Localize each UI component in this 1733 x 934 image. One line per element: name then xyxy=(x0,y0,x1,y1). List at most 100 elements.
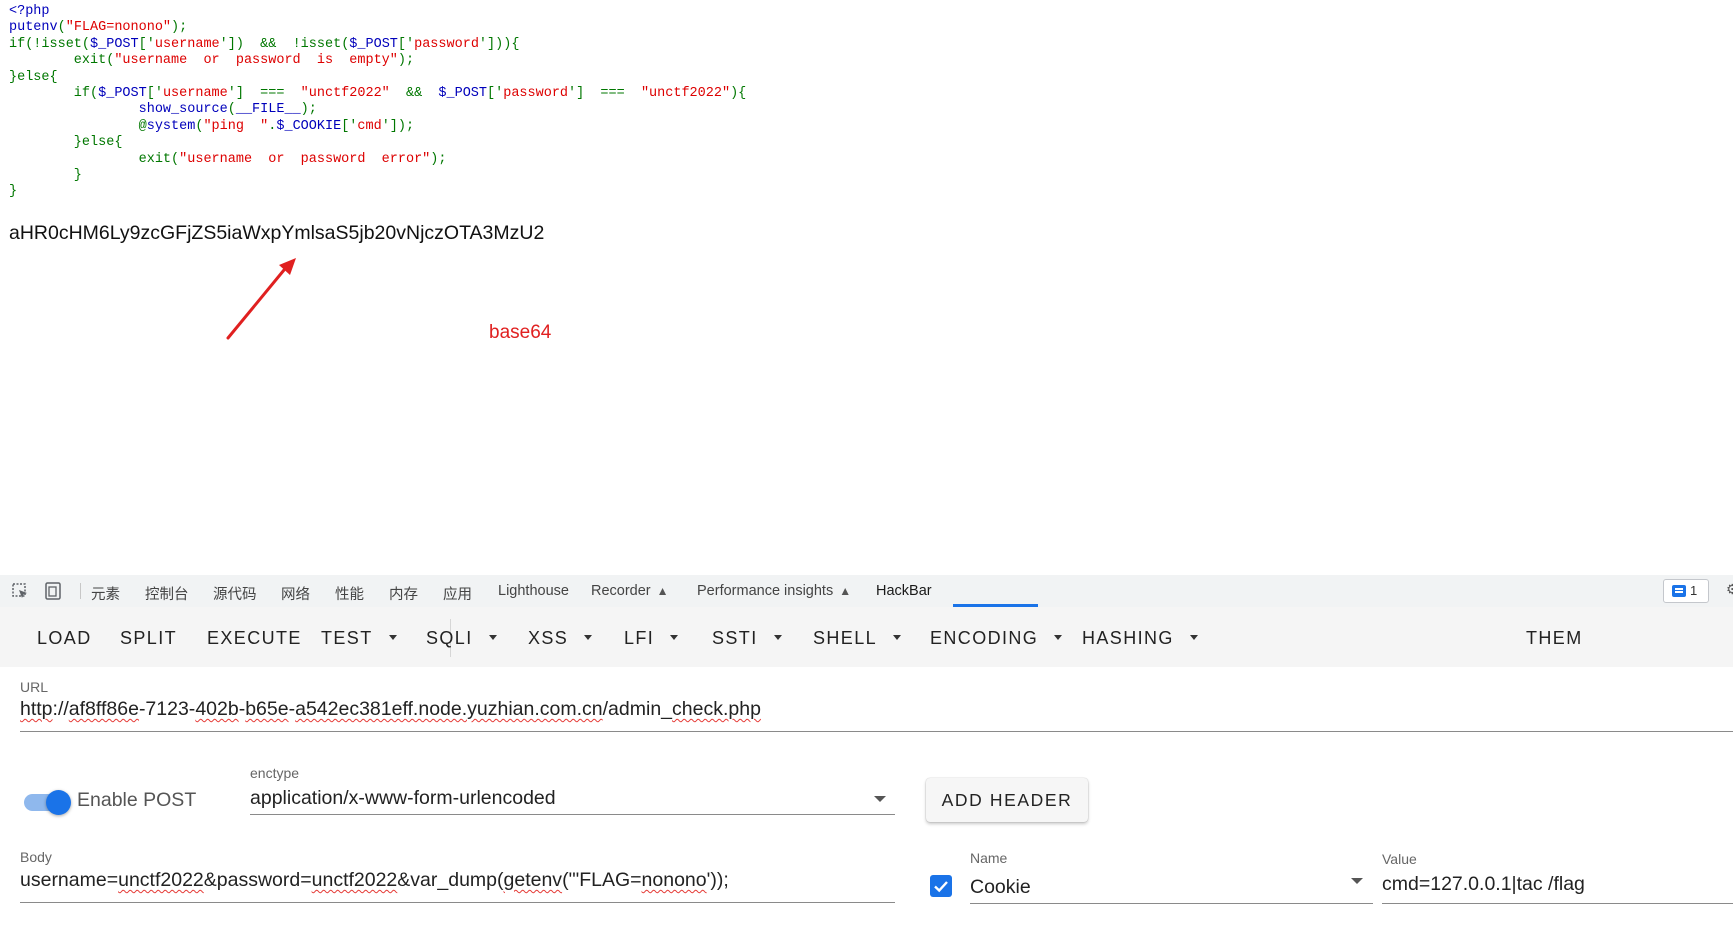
base64-annotation-label: base64 xyxy=(489,322,552,343)
code-token: $_POST xyxy=(90,36,139,52)
experiment-flask-icon: ▲ xyxy=(656,584,669,598)
code-token: if(! xyxy=(9,36,42,52)
code-token: ']); xyxy=(381,118,415,134)
test-menu[interactable]: TEST xyxy=(321,628,397,649)
code-token: "unctf2022" xyxy=(640,86,731,102)
load-button-label: LOAD xyxy=(37,628,92,648)
code-token: }else{ xyxy=(9,135,123,151)
tab-recorder[interactable]: Recorder ▲ xyxy=(591,583,669,599)
code-token: "ping " xyxy=(203,118,269,134)
url-label: URL xyxy=(20,679,49,695)
ssti-menu[interactable]: SSTI xyxy=(712,628,782,649)
theme-menu[interactable]: THEM xyxy=(1526,628,1583,649)
code-token: <?php xyxy=(9,4,50,19)
test-menu-label: TEST xyxy=(321,628,373,648)
enable-post-toggle-knob[interactable] xyxy=(46,790,71,815)
tab-performance[interactable]: 性能 xyxy=(335,583,364,604)
shell-menu-label: SHELL xyxy=(813,628,878,648)
encoding-menu[interactable]: ENCODING xyxy=(930,628,1063,649)
code-line: putenv("FLAG=nonono"); xyxy=(9,20,187,35)
tab-separator xyxy=(80,583,81,599)
execute-button[interactable]: EXECUTE xyxy=(207,628,302,649)
enable-post-label: Enable POST xyxy=(77,789,197,811)
url-input[interactable]: http://af8ff86e-7123-402b-b65e-a542ec381… xyxy=(20,698,761,721)
body-input[interactable]: username=unctf2022&password=unctf2022&va… xyxy=(20,869,729,892)
body-underline xyxy=(20,902,895,903)
code-token: putenv xyxy=(9,20,58,36)
split-button[interactable]: SPLIT xyxy=(120,628,177,649)
tab-performance-insights[interactable]: Performance insights ▲ xyxy=(697,583,851,599)
code-line: } xyxy=(9,184,17,199)
header-value-input[interactable]: cmd=127.0.0.1|tac /flag xyxy=(1382,873,1585,896)
add-header-button[interactable]: ADD HEADER xyxy=(926,778,1088,822)
code-token: ){ xyxy=(730,86,747,102)
hashing-menu[interactable]: HASHING xyxy=(1082,628,1198,649)
code-token: } xyxy=(9,168,82,184)
enctype-select[interactable]: application/x-www-form-urlencoded xyxy=(250,787,556,810)
caret-down-icon xyxy=(670,634,679,640)
code-token: ( xyxy=(57,20,66,36)
settings-gear-icon[interactable]: ⚙ xyxy=(1726,581,1733,601)
code-token: @ xyxy=(9,118,147,134)
code-token: $_POST xyxy=(98,86,147,102)
tab-network[interactable]: 网络 xyxy=(281,583,310,604)
tab-lighthouse[interactable]: Lighthouse xyxy=(498,583,569,599)
tab-console[interactable]: 控制台 xyxy=(145,583,189,604)
tab-application[interactable]: 应用 xyxy=(443,583,472,604)
theme-menu-label: THEM xyxy=(1526,628,1583,648)
device-toolbar-icon[interactable] xyxy=(42,580,64,602)
header-name-select[interactable]: Cookie xyxy=(970,876,1031,899)
code-token: [' xyxy=(341,118,358,134)
code-token: } xyxy=(9,184,18,200)
message-icon xyxy=(1672,585,1686,597)
tab-elements[interactable]: 元素 xyxy=(91,583,120,604)
checkmark-icon xyxy=(934,881,948,893)
text-segment: -7123- xyxy=(138,698,196,720)
text-segment: &var_dump( xyxy=(397,869,504,891)
code-token: $_POST xyxy=(349,36,398,52)
execute-button-label: EXECUTE xyxy=(207,628,302,648)
red-arrow-annotation xyxy=(226,258,296,340)
code-token: isset xyxy=(41,36,82,52)
shell-menu[interactable]: SHELL xyxy=(813,628,902,649)
code-token: password xyxy=(503,86,569,102)
lfi-menu-label: LFI xyxy=(624,628,655,648)
text-segment: :// xyxy=(52,698,69,720)
code-token: [' xyxy=(397,36,415,52)
enctype-dropdown-icon[interactable] xyxy=(874,796,886,802)
header-enabled-checkbox[interactable] xyxy=(930,875,952,897)
issues-badge[interactable]: 1 xyxy=(1663,579,1709,603)
experiment-flask-icon: ▲ xyxy=(839,584,852,598)
xss-menu-label: XSS xyxy=(528,628,569,648)
code-line: <?php xyxy=(9,4,50,19)
tab-sources[interactable]: 源代码 xyxy=(213,583,257,604)
text-segment: username= xyxy=(20,869,119,891)
code-token: [' xyxy=(487,86,504,102)
text-segment: unctf2022 xyxy=(118,869,204,891)
lfi-menu[interactable]: LFI xyxy=(624,628,679,649)
code-token: exit( xyxy=(9,53,115,69)
tab-memory[interactable]: 内存 xyxy=(389,583,418,604)
code-token: ); xyxy=(300,102,317,118)
inspect-element-icon[interactable] xyxy=(9,580,31,602)
text-segment: 402b xyxy=(195,698,239,720)
caret-down-icon xyxy=(773,634,782,640)
code-token: "unctf2022" xyxy=(300,86,390,102)
xss-menu[interactable]: XSS xyxy=(528,628,593,649)
code-token: ); xyxy=(430,151,447,167)
body-label: Body xyxy=(20,849,52,865)
header-name-dropdown-icon[interactable] xyxy=(1351,878,1363,884)
code-line: exit("username or password is empty"); xyxy=(9,53,414,68)
url-underline xyxy=(20,731,1733,732)
code-line: }else{ xyxy=(9,70,58,85)
php-source-code: <?php putenv("FLAG=nonono"); if(!isset( $… xyxy=(9,4,746,201)
sqli-menu[interactable]: SQLI xyxy=(426,628,497,649)
load-button[interactable]: LOAD xyxy=(37,628,92,649)
text-segment: getenv xyxy=(503,869,563,891)
tab-hackbar[interactable]: HackBar xyxy=(876,583,932,599)
code-token: exit( xyxy=(9,151,180,167)
code-token: '] === xyxy=(227,86,301,102)
text-segment: nonono xyxy=(641,869,707,891)
header-value-underline xyxy=(1382,903,1733,904)
code-line: } xyxy=(9,168,82,183)
